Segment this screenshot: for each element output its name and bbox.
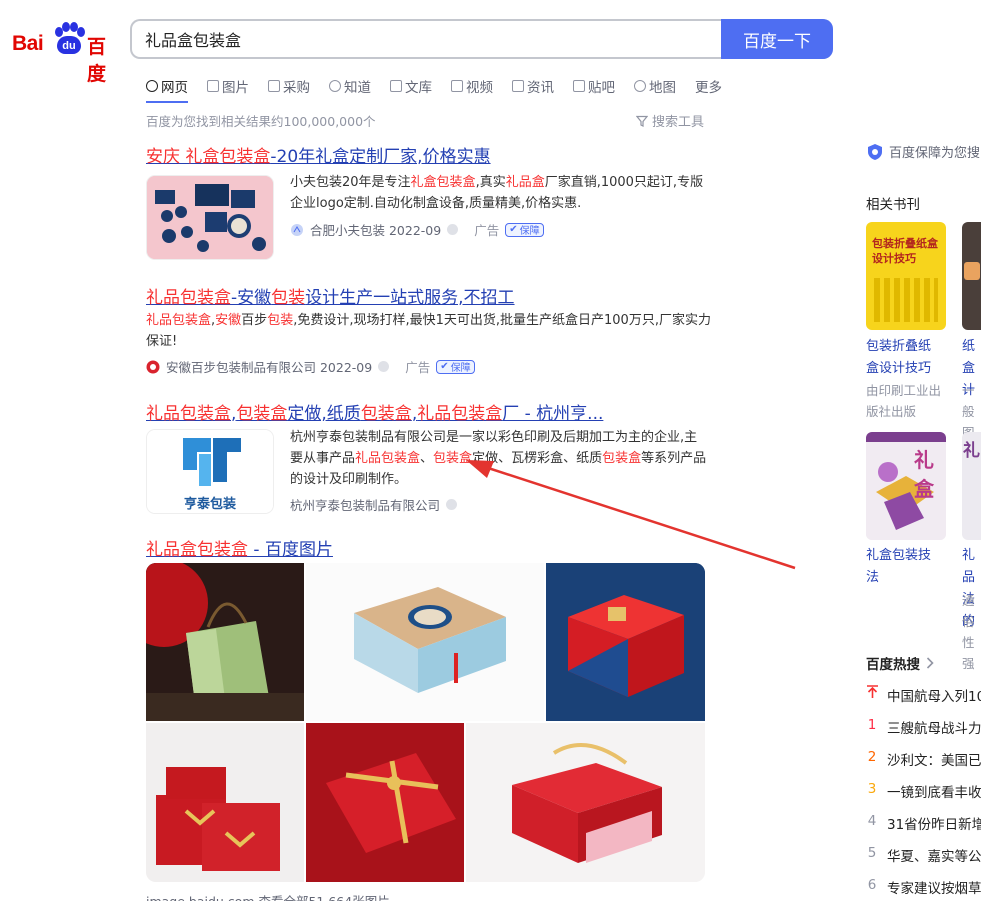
book-cover-title: 包装折叠纸盒设计技巧 [872, 237, 938, 265]
book-publisher: 由印刷工业出 版社出版 [866, 380, 941, 422]
book-title-line: 礼盒包装技 [866, 548, 932, 563]
book-title-line: 法 [866, 570, 880, 585]
book-cover[interactable]: 礼盒 [866, 432, 946, 540]
book-cover[interactable]: 包装折叠纸盒设计技巧 [866, 222, 946, 330]
book-sub-line: 由印刷工业出 [866, 383, 942, 398]
book-cover-title: 礼盒 [914, 448, 934, 501]
book-title-line: 纸盒 [962, 339, 976, 376]
book-cover[interactable]: 礼 [962, 432, 981, 540]
hot-rank: 5 [867, 845, 877, 861]
book-title[interactable]: 包装折叠纸盒设计技巧 [866, 336, 931, 380]
book-title[interactable]: 礼盒包装技法 [866, 545, 931, 589]
book-publisher: 通俗 性强 [962, 590, 981, 674]
protect-text: 百度保障为您搜 [889, 146, 981, 161]
hot-rank: 2 [867, 749, 877, 765]
book-sub-line: 版社出版 [866, 404, 917, 419]
hot-search-text: 中国航母入列10 [887, 689, 981, 705]
book-cover[interactable] [962, 222, 981, 330]
hot-search-item[interactable]: 3 一镜到底看丰收 [866, 781, 981, 801]
hot-rank: 4 [867, 813, 877, 829]
books-heading: 相关书刊 [866, 197, 920, 213]
hot-search-text: 一镜到底看丰收 [887, 785, 981, 801]
book-sub-line: 一般 [962, 383, 975, 419]
book-sub-line: 通俗 [962, 593, 975, 629]
hot-search-item[interactable]: 5 华夏、嘉实等公 [866, 845, 981, 865]
annotation-arrow [466, 460, 796, 570]
hot-search-item[interactable]: 1 三艘航母战斗力 [866, 717, 981, 737]
hot-search-text: 专家建议按烟草 [887, 881, 981, 897]
hot-search-item[interactable]: 6 专家建议按烟草 [866, 877, 981, 897]
chevron-right-icon [926, 657, 934, 669]
book-title-line: 盒设计技巧 [866, 361, 932, 376]
hot-search-item[interactable]: 4 31省份昨日新增 [866, 813, 981, 833]
hot-search-text: 沙利文：美国已 [887, 753, 981, 769]
hot-search-text: 31省份昨日新增 [887, 817, 981, 833]
book-title-line: 包装折叠纸 [866, 339, 932, 354]
book-title-line: 礼品 [962, 548, 976, 585]
shield-icon [868, 143, 882, 160]
baidu-protect[interactable]: 百度保障为您搜 [866, 142, 980, 161]
hot-search-item[interactable]: 2 沙利文：美国已 [866, 749, 981, 769]
hot-search-item[interactable]: 中国航母入列10 [866, 685, 981, 705]
pin-top-icon [866, 685, 878, 705]
hot-rank: 1 [867, 717, 877, 733]
hot-rank: 6 [867, 877, 877, 893]
book-sub-line: 性强 [962, 635, 975, 671]
hot-search-text: 华夏、嘉实等公 [887, 849, 981, 865]
hot-search-text: 三艘航母战斗力 [887, 721, 981, 737]
hot-search-title: 百度热搜 [866, 657, 920, 673]
hot-rank: 3 [867, 781, 877, 797]
book-cover-title: 礼 [963, 441, 980, 461]
hot-search-heading[interactable]: 百度热搜 [866, 653, 934, 673]
